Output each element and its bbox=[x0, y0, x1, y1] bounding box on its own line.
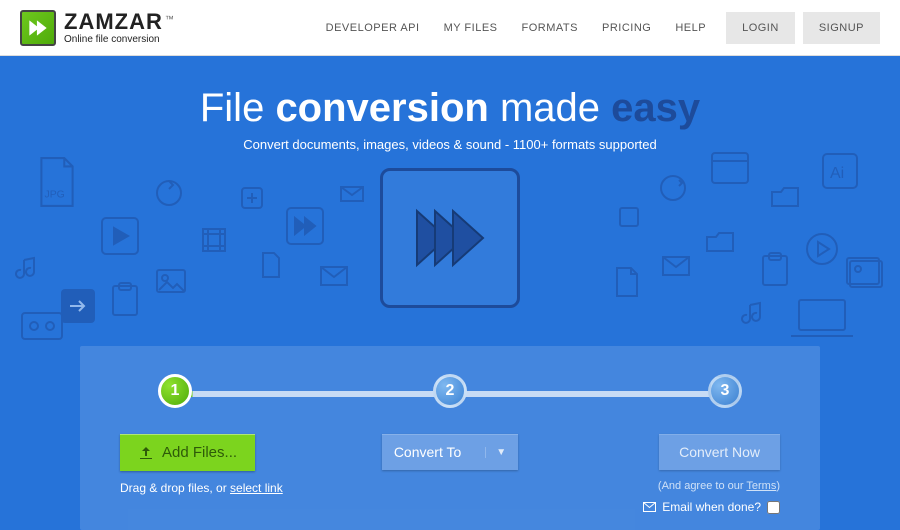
email-label: Email when done? bbox=[662, 500, 761, 514]
fastforward-icon bbox=[285, 206, 325, 246]
logo[interactable]: ZAMZAR™ Online file conversion bbox=[20, 10, 174, 46]
play-circle-icon bbox=[804, 231, 840, 267]
plus-box-icon bbox=[240, 186, 264, 210]
doc-icon bbox=[260, 251, 282, 279]
folder2-icon bbox=[705, 231, 735, 253]
drag-drop-hint: Drag & drop files, or select link bbox=[120, 481, 320, 495]
login-button[interactable]: LOGIN bbox=[726, 12, 795, 44]
step-1: 1 bbox=[158, 374, 192, 408]
upload-icon bbox=[138, 445, 154, 461]
music2-icon bbox=[741, 301, 765, 325]
file-jpg-icon: JPG bbox=[36, 156, 78, 208]
hero-t3: made bbox=[489, 86, 611, 130]
step-2: 2 bbox=[433, 374, 467, 408]
hero: JPG Ai File conversion made easy Convert… bbox=[0, 56, 900, 346]
signup-button[interactable]: SIGNUP bbox=[803, 12, 880, 44]
film-icon bbox=[200, 226, 228, 254]
envelope-icon bbox=[643, 502, 656, 512]
brand-name: ZAMZAR bbox=[64, 9, 163, 34]
convert-to-label: Convert To bbox=[394, 444, 461, 460]
conversion-panel: 1 2 3 Add Files... Drag & drop files, or… bbox=[80, 346, 820, 530]
clipboard-icon bbox=[110, 281, 140, 317]
hero-logo-box bbox=[380, 168, 520, 308]
hero-t1: File bbox=[200, 86, 276, 130]
refresh-icon bbox=[152, 176, 186, 210]
window-icon bbox=[710, 151, 750, 185]
brand-tagline: Online file conversion bbox=[64, 35, 174, 45]
nav-developer-api[interactable]: DEVELOPER API bbox=[326, 22, 420, 34]
ai-icon: Ai bbox=[820, 151, 860, 191]
image-icon bbox=[155, 268, 187, 294]
cassette-icon bbox=[20, 311, 64, 341]
svg-text:JPG: JPG bbox=[45, 190, 65, 201]
mail2-icon bbox=[320, 266, 348, 286]
arrow-box-icon bbox=[58, 286, 98, 326]
hero-title: File conversion made easy bbox=[0, 86, 900, 131]
mail-icon bbox=[340, 186, 364, 202]
select-link[interactable]: select link bbox=[230, 481, 283, 495]
folder-icon bbox=[770, 186, 800, 208]
logo-icon bbox=[20, 10, 56, 46]
svg-text:Ai: Ai bbox=[830, 165, 844, 182]
step-3: 3 bbox=[708, 374, 742, 408]
convert-now-button[interactable]: Convert Now bbox=[659, 434, 780, 470]
picture-icon bbox=[845, 256, 885, 290]
square-icon bbox=[618, 206, 640, 228]
chevron-down-icon: ▼ bbox=[485, 447, 506, 458]
laptop-icon bbox=[789, 296, 855, 342]
trademark: ™ bbox=[165, 14, 174, 24]
terms-note: (And agree to our Terms) bbox=[580, 480, 780, 492]
terms-link[interactable]: Terms bbox=[746, 480, 776, 492]
music-note-icon bbox=[15, 256, 41, 282]
nav-my-files[interactable]: MY FILES bbox=[444, 22, 498, 34]
play-box-icon bbox=[100, 216, 140, 256]
add-files-label: Add Files... bbox=[162, 444, 237, 461]
hero-t2: conversion bbox=[275, 86, 488, 130]
refresh2-icon bbox=[656, 171, 690, 205]
mail3-icon bbox=[662, 256, 690, 276]
actions-row: Add Files... Drag & drop files, or selec… bbox=[120, 434, 780, 514]
nav-formats[interactable]: FORMATS bbox=[522, 22, 578, 34]
clipboard2-icon bbox=[760, 251, 790, 287]
add-files-button[interactable]: Add Files... bbox=[120, 434, 255, 471]
hero-subtitle: Convert documents, images, videos & soun… bbox=[0, 137, 900, 152]
doc2-icon bbox=[614, 266, 640, 298]
nav-help[interactable]: HELP bbox=[675, 22, 706, 34]
steps-bar: 1 2 3 bbox=[120, 374, 780, 408]
logo-text: ZAMZAR™ Online file conversion bbox=[64, 11, 174, 45]
header: ZAMZAR™ Online file conversion DEVELOPER… bbox=[0, 0, 900, 56]
convert-to-select[interactable]: Convert To ▼ bbox=[382, 434, 518, 470]
hero-t4: easy bbox=[611, 86, 700, 130]
email-checkbox[interactable] bbox=[767, 501, 780, 514]
email-when-done-row: Email when done? bbox=[580, 500, 780, 514]
nav-pricing[interactable]: PRICING bbox=[602, 22, 651, 34]
fastforward-hero-icon bbox=[405, 193, 495, 283]
